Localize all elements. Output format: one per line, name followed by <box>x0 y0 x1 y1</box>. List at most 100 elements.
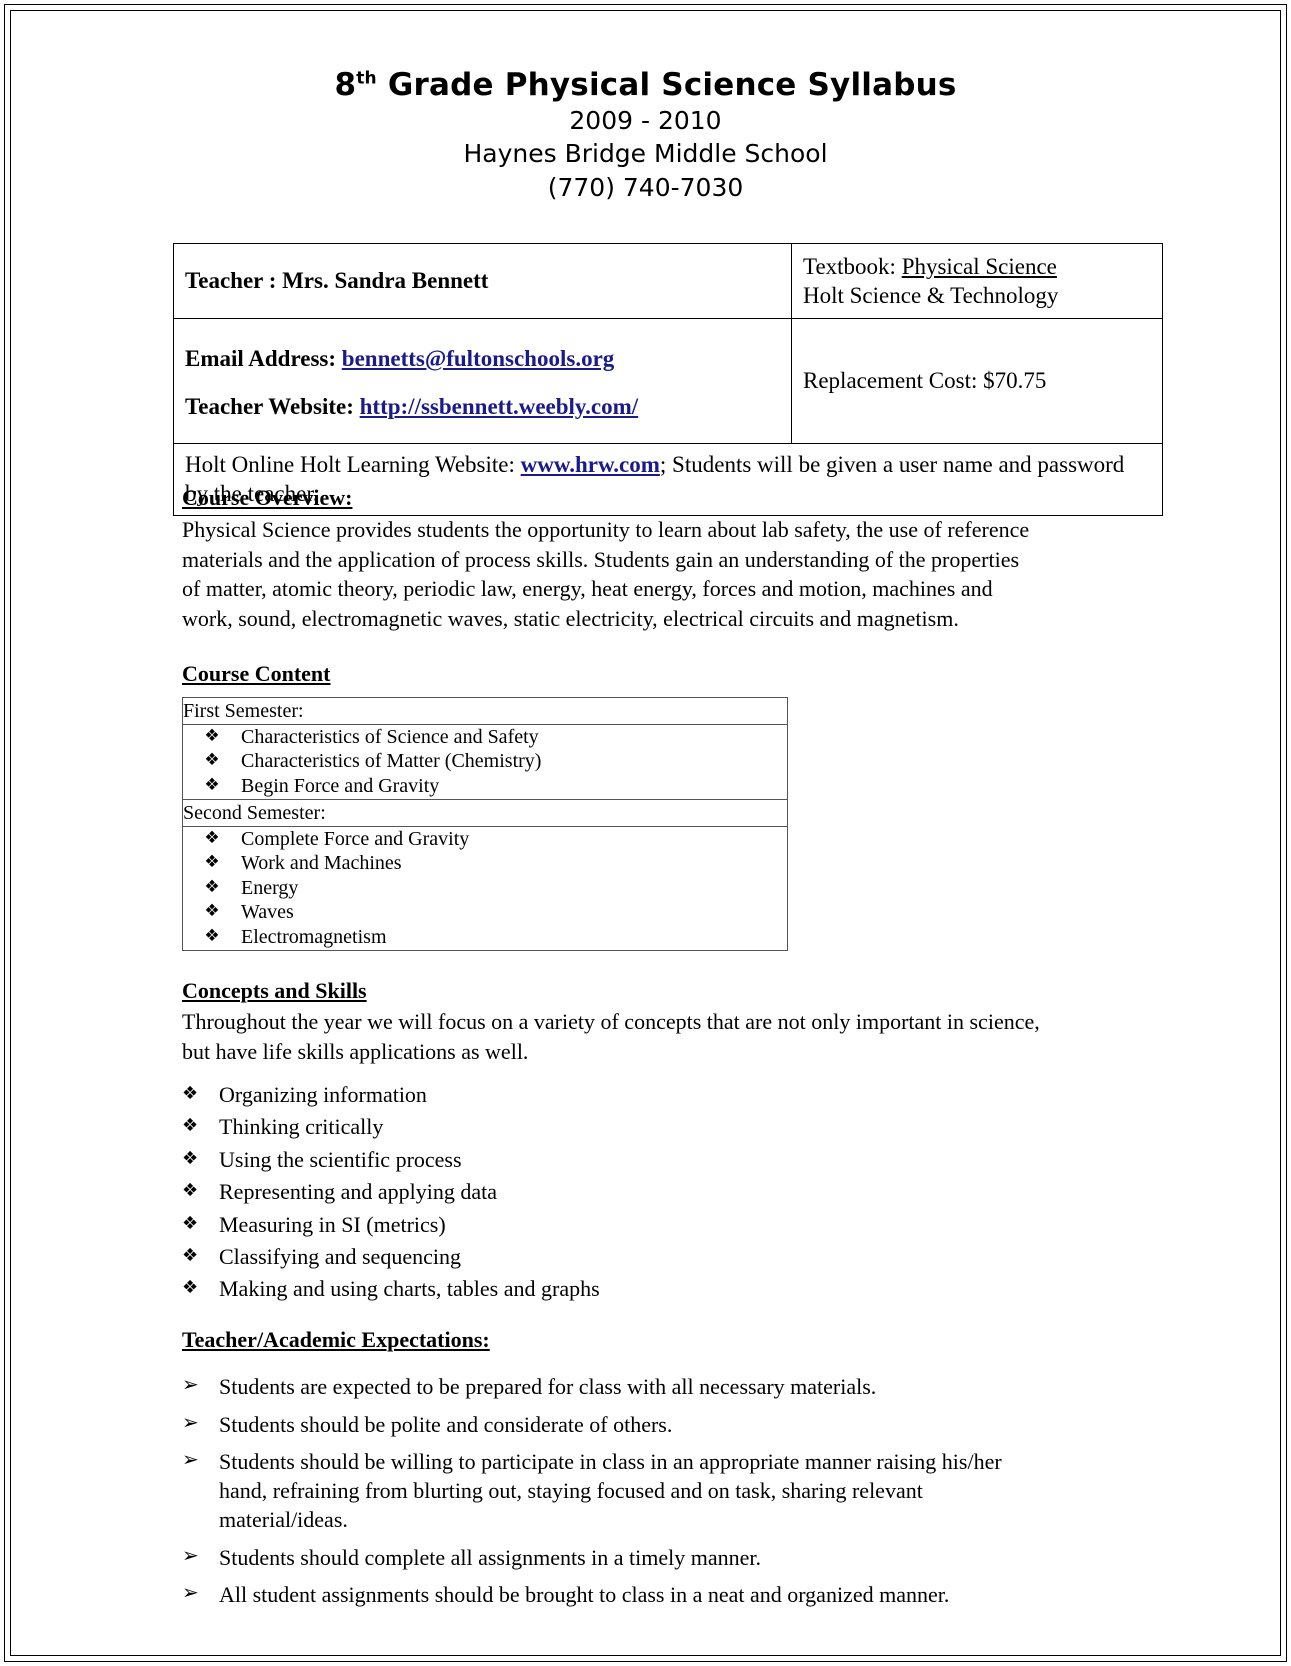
diamond-bullet-icon: ❖ <box>182 1147 199 1169</box>
list-item: ❖ Classifying and sequencing <box>182 1241 1142 1273</box>
list-item-label: Students should complete all assignments… <box>219 1544 761 1570</box>
diamond-bullet-icon: ❖ <box>182 1082 199 1104</box>
list-item: ❖ Begin Force and Gravity <box>183 774 787 799</box>
diamond-bullet-icon: ❖ <box>204 750 220 771</box>
list-item-label: Students should be polite and considerat… <box>219 1411 673 1437</box>
holt-online-label: Holt Online Holt Learning Website: <box>185 452 515 477</box>
school-phone: (770) 740-7030 <box>547 172 744 202</box>
course-content-table: First Semester: ❖ Characteristics of Sci… <box>182 696 788 951</box>
document-body: Course Overview: Physical Science provid… <box>182 484 1142 1613</box>
list-item-label: Students should be willing to participat… <box>219 1448 1002 1533</box>
list-item: ❖ Using the scientific process <box>182 1144 1142 1176</box>
email-link[interactable]: bennetts@fultonschools.org <box>342 346 615 371</box>
arrow-bullet-icon: ➢ <box>182 1542 199 1567</box>
list-item: ❖ Measuring in SI (metrics) <box>182 1209 1142 1241</box>
list-item: ❖ Electromagnetism <box>183 925 787 950</box>
table-row: ❖ Complete Force and Gravity ❖ Work and … <box>182 825 788 951</box>
document-header: 8th Grade Physical Science Syllabus 2009… <box>0 0 1291 204</box>
hrw-link[interactable]: www.hrw.com <box>521 452 660 477</box>
list-item-label: Characteristics of Science and Safety <box>241 725 539 748</box>
title-ordinal-suffix: th <box>356 68 377 89</box>
title-grade-number: 8 <box>334 67 357 103</box>
list-item-label: All student assignments should be brough… <box>219 1581 950 1607</box>
email-label: Email Address: <box>185 346 337 372</box>
list-item: ➢ Students should complete all assignmen… <box>182 1539 1142 1576</box>
list-item-label: Complete Force and Gravity <box>241 827 470 850</box>
diamond-bullet-icon: ❖ <box>182 1212 199 1234</box>
list-item: ❖ Organizing information <box>182 1079 1142 1111</box>
list-item-label: Begin Force and Gravity <box>241 775 440 797</box>
list-item-label: Waves <box>241 901 294 924</box>
arrow-bullet-icon: ➢ <box>182 1446 199 1471</box>
textbook-title: Physical Science <box>901 253 1057 279</box>
list-item-label: Energy <box>241 876 299 899</box>
list-item: ❖ Complete Force and Gravity <box>183 827 787 852</box>
table-row: First Semester: <box>182 696 788 725</box>
arrow-bullet-icon: ➢ <box>182 1372 199 1397</box>
concepts-and-skills-list: ❖ Organizing information ❖ Thinking crit… <box>182 1079 1142 1306</box>
concepts-and-skills-text: Throughout the year we will focus on a v… <box>182 1009 1040 1065</box>
list-item: ❖ Waves <box>183 900 787 925</box>
document-page: 8th Grade Physical Science Syllabus 2009… <box>0 0 1291 1666</box>
list-item-label: Classifying and sequencing <box>219 1243 461 1269</box>
semester-label-first: First Semester: <box>182 696 788 725</box>
page-title: 8th Grade Physical Science Syllabus <box>0 67 1291 104</box>
course-overview-heading: Course Overview: <box>182 485 353 510</box>
list-item: ❖ Thinking critically <box>182 1111 1142 1143</box>
course-info-table: Teacher : Mrs. Sandra Bennett Textbook: … <box>173 243 1163 516</box>
expectations-heading: Teacher/Academic Expectations: <box>182 1326 490 1352</box>
list-item-label: Thinking critically <box>219 1114 384 1140</box>
list-item: ➢ All student assignments should be brou… <box>182 1576 1142 1613</box>
diamond-bullet-icon: ❖ <box>204 775 220 795</box>
diamond-bullet-icon: ❖ <box>204 852 220 873</box>
diamond-bullet-icon: ❖ <box>182 1115 199 1137</box>
list-item: ➢ Students should be willing to particip… <box>182 1443 1142 1539</box>
semester-label-second: Second Semester: <box>182 798 788 827</box>
diamond-bullet-icon: ❖ <box>204 876 220 897</box>
website-row: Teacher Website: http://ssbennett.weebly… <box>185 392 781 421</box>
list-item-label: Representing and applying data <box>219 1179 497 1205</box>
table-row: Teacher : Mrs. Sandra Bennett Textbook: … <box>173 243 1163 319</box>
textbook-publisher: Holt Science & Technology <box>803 283 1059 308</box>
concepts-and-skills-section: Concepts and Skills Throughout the year … <box>182 977 1142 1306</box>
diamond-bullet-icon: ❖ <box>204 827 220 848</box>
title-remainder: Grade Physical Science Syllabus <box>376 67 957 103</box>
course-content-heading: Course Content <box>182 661 331 687</box>
list-item: ➢ Students are expected to be prepared f… <box>182 1368 1142 1405</box>
replacement-cost-cell: Replacement Cost: $70.75 <box>791 318 1163 444</box>
semester-items-second: ❖ Complete Force and Gravity ❖ Work and … <box>182 825 788 951</box>
school-year: 2009 - 2010 <box>569 105 722 135</box>
email-row: Email Address: bennetts@fultonschools.or… <box>185 344 781 373</box>
list-item-label: Work and Machines <box>241 852 402 875</box>
textbook-cell: Textbook: Physical Science Holt Science … <box>791 243 1163 319</box>
expectations-section: Teacher/Academic Expectations: ➢ Student… <box>182 1326 1142 1613</box>
diamond-bullet-icon: ❖ <box>182 1277 199 1299</box>
list-item-label: Electromagnetism <box>241 925 387 948</box>
list-item: ❖ Making and using charts, tables and gr… <box>182 1273 1142 1305</box>
diamond-bullet-icon: ❖ <box>204 925 220 946</box>
course-overview-text: Physical Science provides students the o… <box>182 516 1030 632</box>
expectations-list: ➢ Students are expected to be prepared f… <box>182 1368 1142 1613</box>
list-item-label: Using the scientific process <box>219 1146 462 1172</box>
list-item-label: Making and using charts, tables and grap… <box>219 1276 600 1302</box>
teacher-name-cell: Teacher : Mrs. Sandra Bennett <box>173 243 792 319</box>
diamond-bullet-icon: ❖ <box>182 1244 199 1266</box>
list-item-label: Students are expected to be prepared for… <box>219 1374 877 1400</box>
diamond-bullet-icon: ❖ <box>182 1180 199 1202</box>
course-content-section: Course Content First Semester: ❖ Charact… <box>182 660 1142 951</box>
course-overview-section: Course Overview: Physical Science provid… <box>182 484 1142 634</box>
textbook-label: Textbook: <box>803 253 896 279</box>
list-item: ❖ Work and Machines <box>183 851 787 876</box>
list-item-label: Organizing information <box>219 1081 427 1107</box>
teacher-website-link[interactable]: http://ssbennett.weebly.com/ <box>360 394 639 419</box>
teacher-name-label: Teacher : Mrs. Sandra Bennett <box>185 268 489 294</box>
list-item: ❖ Energy <box>183 876 787 901</box>
table-row: ❖ Characteristics of Science and Safety … <box>182 723 788 800</box>
list-item: ❖ Representing and applying data <box>182 1176 1142 1208</box>
table-row: Email Address: bennetts@fultonschools.or… <box>173 318 1163 444</box>
